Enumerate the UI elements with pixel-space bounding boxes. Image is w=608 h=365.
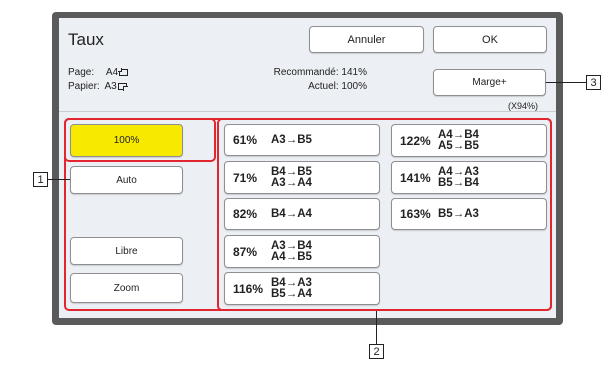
margin-factor: (X94%): [508, 101, 539, 111]
dialog-title: Taux: [68, 30, 104, 49]
callout-1: 1: [33, 172, 48, 187]
page-label: Page:: [68, 67, 95, 78]
recommended-label: Recommandé:: [273, 67, 339, 78]
paper-orientation-icon: [117, 83, 128, 91]
recommended-value: 141%: [341, 67, 367, 78]
page-orientation-icon: [118, 68, 129, 76]
page-size: A4: [105, 67, 119, 78]
current-value: 100%: [341, 81, 367, 92]
paper-size: A3: [104, 81, 117, 92]
paper-info: Papier: A3: [68, 80, 128, 94]
highlight-100-area: [64, 118, 216, 162]
header-divider: [59, 111, 556, 112]
callout-2-leader: [376, 311, 377, 344]
cancel-button[interactable]: Annuler: [309, 26, 424, 53]
callout-3-leader: [546, 82, 586, 83]
paper-label: Papier:: [68, 81, 100, 92]
margin-plus-button[interactable]: Marge+: [433, 69, 546, 96]
ok-button[interactable]: OK: [433, 26, 547, 53]
page-info: Page: A4: [68, 66, 129, 80]
current-label: Actuel:: [308, 81, 339, 92]
callout-1-leader: [48, 179, 70, 180]
callout-2: 2: [369, 344, 384, 359]
recommended-info: Recommandé: 141%: [255, 66, 367, 80]
highlight-preset-ratios: [217, 118, 552, 311]
current-info: Actuel: 100%: [255, 80, 367, 94]
callout-3: 3: [586, 75, 601, 90]
